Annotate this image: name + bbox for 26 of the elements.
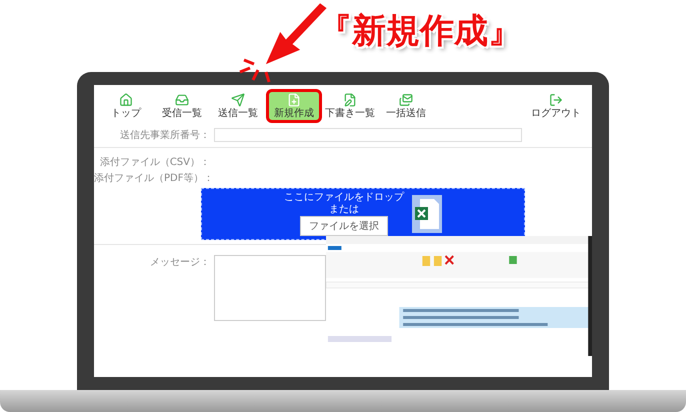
toolbar-tab[interactable]: トップ [98,89,154,123]
send-icon [230,93,246,107]
inbox-icon [174,93,190,107]
toolbar-tab[interactable]: 送信一覧 [210,89,266,123]
file-dropzone[interactable]: ここにファイルをドロップ または ファイルを選択 [201,188,525,240]
field-label: 添付ファイル（CSV）： [98,156,210,169]
field-label: 添付ファイル（PDF等）： [94,172,210,185]
mails-icon [398,93,414,107]
house-icon [118,93,134,107]
callout-title: 『新規作成』 [318,10,522,53]
recipient-input[interactable] [214,128,522,142]
toolbar-tab[interactable]: 受信一覧 [154,89,210,123]
excel-file-icon [412,195,442,233]
file-plus-icon [286,93,302,107]
field-label: メッセージ： [149,256,210,269]
drop-or: または [329,204,359,215]
file-pen-icon [342,93,358,107]
logout-button[interactable]: ログアウト [528,89,584,123]
field-label: 送信先事業所番号： [119,128,210,142]
toolbar-tab[interactable]: 一括送信 [378,89,434,123]
choose-file-button[interactable]: ファイルを選択 [300,216,388,236]
message-textarea[interactable] [214,255,326,321]
logout-icon [548,93,564,107]
drop-hint: ここにファイルをドロップ [284,192,404,203]
toolbar-tab[interactable]: 新規作成 [266,89,322,123]
toolbar-tab[interactable]: 下書き一覧 [322,89,378,123]
